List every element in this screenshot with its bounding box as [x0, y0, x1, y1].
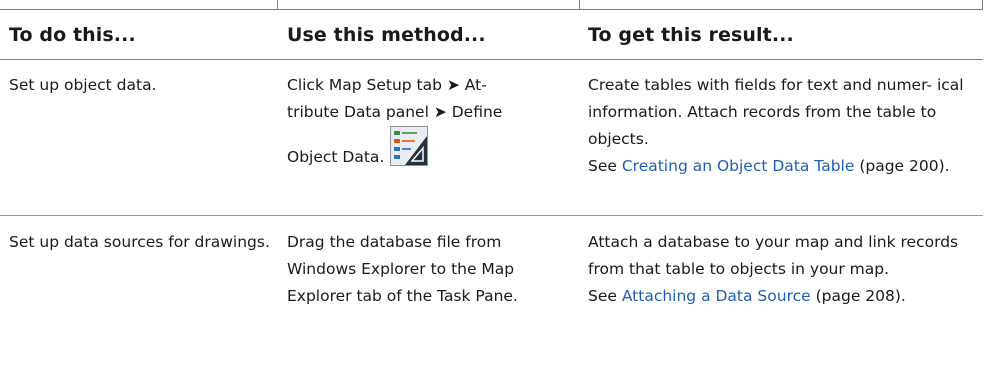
table-row: Set up data sources for drawings. Drag t… — [0, 216, 983, 358]
method-line: Click Map Setup tab ➤ At- — [287, 76, 487, 94]
method-cell: Click Map Setup tab ➤ At- tribute Data p… — [278, 59, 579, 216]
table-header-row: To do this... Use this method... To get … — [0, 10, 983, 60]
result-cell: Create tables with fields for text and n… — [579, 59, 983, 216]
see-prefix: See — [588, 157, 622, 175]
task-cell: Set up object data. — [0, 59, 278, 216]
see-prefix: See — [588, 287, 622, 305]
column-tick — [277, 0, 278, 9]
result-text: Attach a database to your map and link r… — [588, 233, 959, 278]
column-tick — [579, 0, 580, 9]
task-cell: Set up data sources for drawings. — [9, 233, 270, 251]
method-cell: Drag the database file from Windows Expl… — [287, 233, 518, 305]
define-object-data-icon — [390, 126, 429, 166]
page-ref: (page 200). — [854, 157, 950, 175]
column-tick — [982, 0, 983, 9]
xref-link[interactable]: Attaching a Data Source — [622, 287, 811, 305]
result-cell: Attach a database to your map and link r… — [579, 216, 983, 358]
xref-link[interactable]: Creating an Object Data Table — [622, 157, 855, 175]
header-task: To do this... — [0, 10, 278, 60]
header-result: To get this result... — [579, 10, 983, 60]
document-page: To do this... Use this method... To get … — [0, 0, 997, 386]
table-row: Set up object data. Click Map Setup tab … — [0, 59, 983, 216]
page-ref: (page 208). — [810, 287, 906, 305]
result-text: Create tables with fields for text and n… — [588, 76, 964, 148]
method-line: Object Data. — [287, 148, 385, 166]
procedure-table: To do this... Use this method... To get … — [0, 10, 983, 357]
header-method: Use this method... — [278, 10, 579, 60]
method-line: tribute Data panel ➤ Define — [287, 103, 503, 121]
